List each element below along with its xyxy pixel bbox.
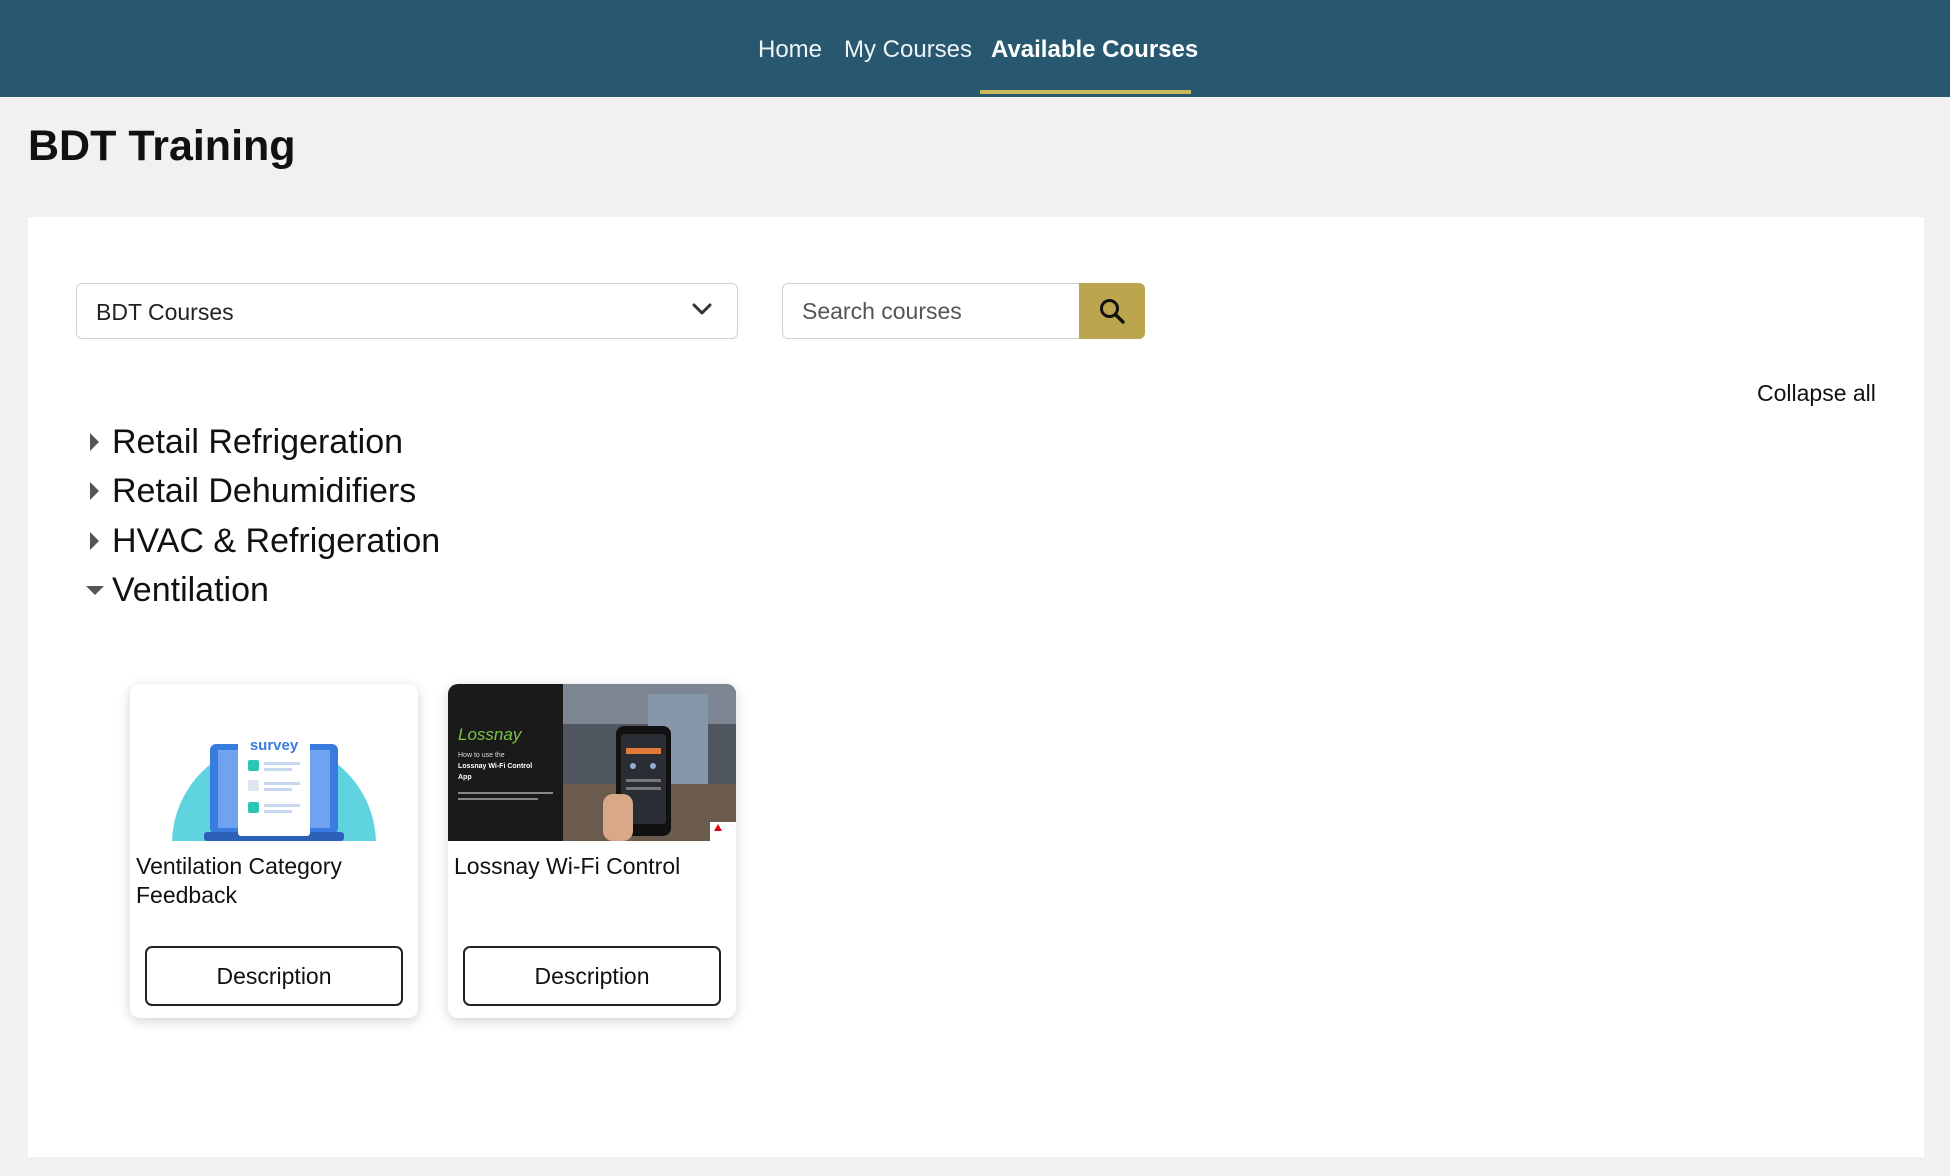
category-label: Retail Refrigeration — [112, 423, 404, 461]
caret-right-icon — [84, 469, 110, 513]
lossnay-line2: Lossnay Wi-Fi Control — [458, 763, 532, 770]
search-button[interactable] — [1079, 283, 1145, 339]
course-card-ventilation-feedback[interactable]: survey Ventilation Category Feedback Des… — [130, 684, 418, 1018]
survey-laptop-image: survey — [130, 684, 418, 841]
course-title[interactable]: Ventilation Category Feedback — [136, 852, 412, 910]
nav-my-courses[interactable]: My Courses — [844, 0, 972, 97]
lossnay-brand: Lossnay — [458, 725, 523, 744]
category-label: Ventilation — [112, 571, 269, 609]
collapse-all-link[interactable]: Collapse all — [1757, 380, 1876, 407]
lossnay-app-promo-image: Lossnay How to use the Lossnay Wi-Fi Con… — [448, 684, 736, 841]
caret-right-icon — [84, 420, 110, 464]
caret-down-icon — [84, 568, 110, 612]
category-ventilation[interactable]: Ventilation — [84, 568, 269, 612]
category-label: Retail Dehumidifiers — [112, 472, 417, 510]
category-hvac-refrigeration[interactable]: HVAC & Refrigeration — [84, 519, 440, 563]
nav-home[interactable]: Home — [758, 0, 822, 97]
search-input[interactable] — [782, 283, 1080, 339]
lossnay-line3: App — [458, 774, 472, 781]
category-retail-dehumidifiers[interactable]: Retail Dehumidifiers — [84, 469, 416, 513]
top-navigation-bar: Home My Courses Available Courses — [0, 0, 1950, 97]
nav-available-courses[interactable]: Available Courses — [991, 0, 1198, 97]
description-button[interactable]: Description — [463, 946, 721, 1006]
category-label: HVAC & Refrigeration — [112, 522, 441, 560]
category-retail-refrigeration[interactable]: Retail Refrigeration — [84, 420, 403, 464]
caret-right-icon — [84, 519, 110, 563]
category-select[interactable]: BDT Courses — [76, 283, 738, 339]
page-title: BDT Training — [28, 122, 296, 170]
lossnay-line1: How to use the — [458, 752, 505, 759]
active-nav-indicator — [980, 90, 1191, 94]
chevron-down-icon — [692, 303, 712, 315]
course-title[interactable]: Lossnay Wi-Fi Control — [454, 852, 730, 881]
description-button[interactable]: Description — [145, 946, 403, 1006]
course-card-lossnay-wifi[interactable]: Lossnay How to use the Lossnay Wi-Fi Con… — [448, 684, 736, 1018]
category-select-value: BDT Courses — [96, 299, 234, 325]
survey-word: survey — [250, 737, 299, 754]
search-icon — [1100, 299, 1125, 324]
